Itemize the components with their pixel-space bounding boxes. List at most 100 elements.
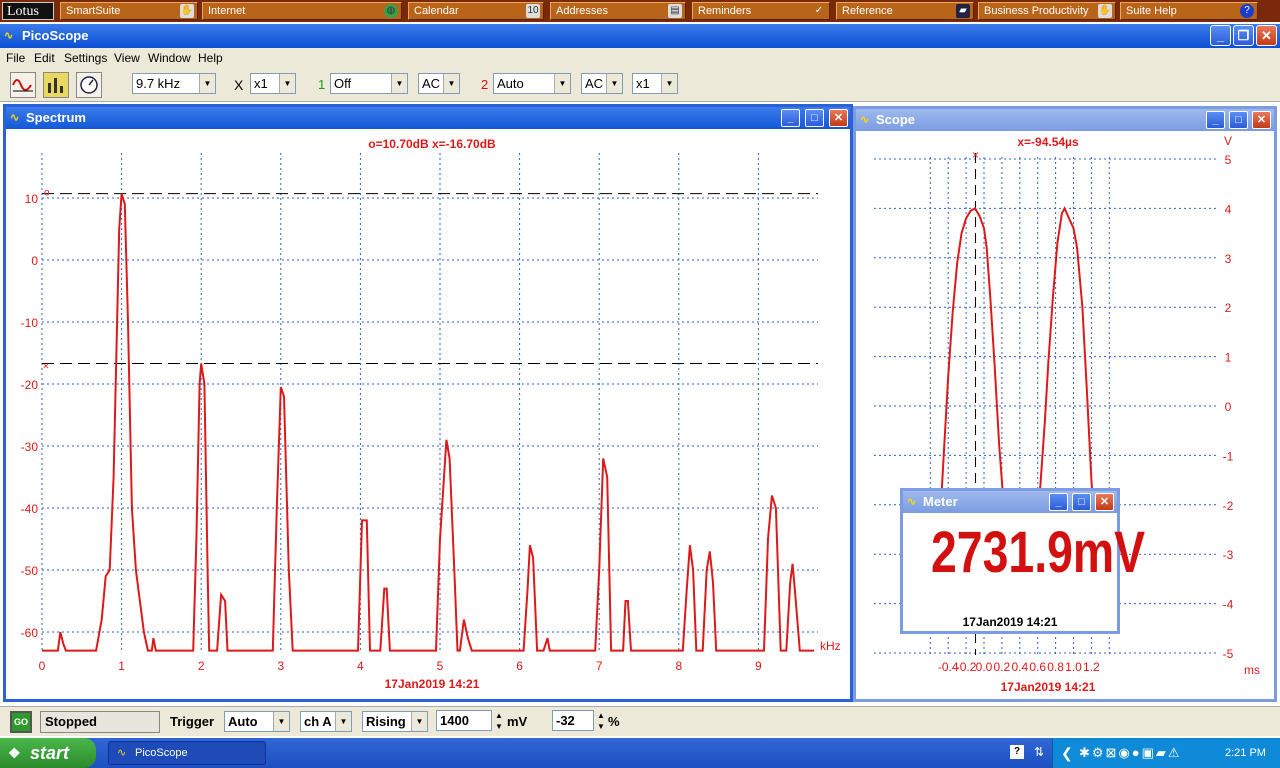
channel1-coupling-select[interactable]: AC ▼ xyxy=(418,73,460,94)
lotus-reminders-button[interactable]: Reminders ✓ xyxy=(692,2,830,20)
trigger-edge-value: Rising xyxy=(366,714,406,729)
channel2-multiplier-value: x1 xyxy=(636,76,650,91)
spectrum-y-tick-label: -60 xyxy=(21,626,39,640)
scope-marker-x-label: × xyxy=(972,148,979,162)
spectrum-minimize-button[interactable]: _ xyxy=(781,109,800,127)
lotus-calendar-button[interactable]: Calendar 10 xyxy=(408,2,544,20)
picoscope-icon: ∿ xyxy=(10,112,20,124)
scope-y-tick-label: -2 xyxy=(1223,499,1234,513)
scope-title: Scope xyxy=(876,112,916,127)
help-tray-icon[interactable]: ? xyxy=(1010,745,1024,759)
spectrum-close-button[interactable]: ✕ xyxy=(829,109,848,127)
channel1-coupling-value: AC xyxy=(422,76,441,91)
lotus-suite-help-button[interactable]: Suite Help? xyxy=(1120,2,1258,20)
meter-maximize-button[interactable]: □ xyxy=(1072,493,1091,511)
book-icon: ▰ xyxy=(956,4,970,18)
chevron-down-icon: ▼ xyxy=(391,74,407,93)
multiplier-select[interactable]: x1 ▼ xyxy=(250,73,296,94)
chevron-down-icon: ▼ xyxy=(335,712,351,731)
start-label: start xyxy=(30,743,70,763)
trigger-level-input[interactable]: 1400 xyxy=(436,710,492,731)
network-icon[interactable]: ⇅ xyxy=(1032,745,1046,759)
trigger-mode-select[interactable]: Auto ▼ xyxy=(224,711,290,732)
menu-file[interactable]: File xyxy=(6,51,25,65)
spectrum-title: Spectrum xyxy=(26,110,86,125)
tray-icons[interactable]: ✱⚙⊠◉●▣▰⚠ xyxy=(1079,738,1182,768)
lotus-logo[interactable]: Lotus xyxy=(2,2,54,20)
pretrigger-stepper[interactable]: ▲ ▼ xyxy=(595,710,607,732)
lotus-addresses-button[interactable]: Addresses ▤ xyxy=(550,2,686,20)
toolbar: 9.7 kHz ▼ X x1 ▼ 1 Off ▼ AC ▼ 2 Auto ▼ AC ▼ x1… xyxy=(0,68,1280,102)
pretrigger-unit: % xyxy=(608,714,620,729)
picoscope-icon: ∿ xyxy=(4,30,14,42)
lotus-business-productivity-button[interactable]: Business Productivity ✋ xyxy=(978,2,1116,20)
spectrum-x-tick-label: 9 xyxy=(755,659,762,673)
spectrum-title-bar: ∿ Spectrum _ □ ✕ xyxy=(6,107,850,129)
spectrum-x-unit: kHz xyxy=(820,639,841,653)
channel2-range-select[interactable]: Auto ▼ xyxy=(493,73,571,94)
meter-minimize-button[interactable]: _ xyxy=(1049,493,1068,511)
meter-view-button[interactable] xyxy=(76,72,102,98)
menu-settings[interactable]: Settings xyxy=(64,51,107,65)
spectrum-maximize-button[interactable]: □ xyxy=(805,109,824,127)
spectrum-view-button[interactable] xyxy=(43,72,69,98)
system-tray: ❮ ✱⚙⊠◉●▣▰⚠ 2:21 PM xyxy=(1052,738,1280,768)
trigger-edge-select[interactable]: Rising ▼ xyxy=(362,711,428,732)
lotus-internet-button[interactable]: Internet ◍ xyxy=(202,2,402,20)
scope-minimize-button[interactable]: _ xyxy=(1206,111,1225,129)
tray-expand-icon[interactable]: ❮ xyxy=(1061,738,1073,768)
app-title-bar: ∿ PicoScope _ ❐ ✕ xyxy=(0,24,1280,48)
scope-x-unit: ms xyxy=(1244,663,1260,677)
start-button[interactable]: ❖ start xyxy=(0,738,96,768)
trigger-label: Trigger xyxy=(170,714,215,729)
spectrum-window: ∿ Spectrum _ □ ✕ 10 0 -10 -20 -30 -40 -50 -60 0 1… xyxy=(3,104,853,702)
menu-window[interactable]: Window xyxy=(148,51,191,65)
taskbar-item-picoscope[interactable]: ∿ PicoScope xyxy=(108,741,266,765)
menu-view[interactable]: View xyxy=(114,51,140,65)
menu-bar: File Edit Settings View Window Help xyxy=(0,48,1280,68)
spectrum-y-tick-label: -40 xyxy=(21,502,39,516)
timebase-value: 9.7 kHz xyxy=(136,76,181,91)
spectrum-y-tick-label: 0 xyxy=(31,254,38,268)
chevron-down-icon: ▼ xyxy=(411,712,427,731)
channel2-coupling-select[interactable]: AC ▼ xyxy=(581,73,623,94)
close-button[interactable]: ✕ xyxy=(1256,25,1277,46)
scope-close-button[interactable]: ✕ xyxy=(1252,111,1271,129)
meter-close-button[interactable]: ✕ xyxy=(1095,493,1114,511)
scope-maximize-button[interactable]: □ xyxy=(1229,111,1248,129)
meter-timestamp: 17Jan2019 14:21 xyxy=(962,615,1058,629)
spectrum-y-tick-label: -20 xyxy=(21,378,39,392)
menu-edit[interactable]: Edit xyxy=(34,51,55,65)
channel2-multiplier-select[interactable]: x1 ▼ xyxy=(632,73,678,94)
waveform-icon xyxy=(12,79,33,92)
chevron-down-icon: ▼ xyxy=(661,74,677,93)
go-button[interactable]: GO xyxy=(10,711,32,733)
pretrigger-input[interactable]: -32 xyxy=(552,710,594,731)
channel1-range-select[interactable]: Off ▼ xyxy=(330,73,408,94)
spectrum-plot[interactable]: 10 0 -10 -20 -30 -40 -50 -60 0 1 2 3 4 5 6 7 8 9 kHz o × o=10… xyxy=(6,129,850,699)
lotus-smartsuite-button[interactable]: SmartSuite ✋ xyxy=(60,2,198,20)
timebase-select[interactable]: 9.7 kHz ▼ xyxy=(132,73,216,94)
scope-x-tick-label: 0.6 xyxy=(1029,660,1046,674)
scope-x-tick-label: 0.0 xyxy=(976,660,993,674)
run-state: Stopped xyxy=(40,711,160,733)
spectrum-x-tick-label: 7 xyxy=(596,659,603,673)
scope-x-tick-label: -0.2 xyxy=(956,660,977,674)
lotus-button-label: Calendar xyxy=(414,5,459,17)
address-card-icon: ▤ xyxy=(668,4,682,18)
meter-window: ∿ Meter _ □ ✕ 2731.9mV 17Jan2019 14:21 xyxy=(900,488,1145,634)
scope-y-tick-label: 5 xyxy=(1225,153,1232,167)
menu-help[interactable]: Help xyxy=(198,51,223,65)
trigger-level-stepper[interactable]: ▲ ▼ xyxy=(493,710,505,732)
trigger-channel-select[interactable]: ch A ▼ xyxy=(300,711,352,732)
trigger-level-value: 1400 xyxy=(440,713,469,728)
trigger-mode-value: Auto xyxy=(228,714,258,729)
scope-view-button[interactable] xyxy=(10,72,36,98)
lotus-reference-button[interactable]: Reference ▰ xyxy=(836,2,974,20)
spectrum-x-tick-label: 8 xyxy=(675,659,682,673)
restore-button[interactable]: ❐ xyxy=(1233,25,1254,46)
minimize-button[interactable]: _ xyxy=(1210,25,1231,46)
taskbar: ❖ start ∿ PicoScope ? ⇅ ❮ ✱⚙⊠◉●▣▰⚠ 2:21 … xyxy=(0,738,1280,768)
checkmark-icon: ✓ xyxy=(814,5,824,16)
scope-x-tick-label: 0.2 xyxy=(994,660,1011,674)
